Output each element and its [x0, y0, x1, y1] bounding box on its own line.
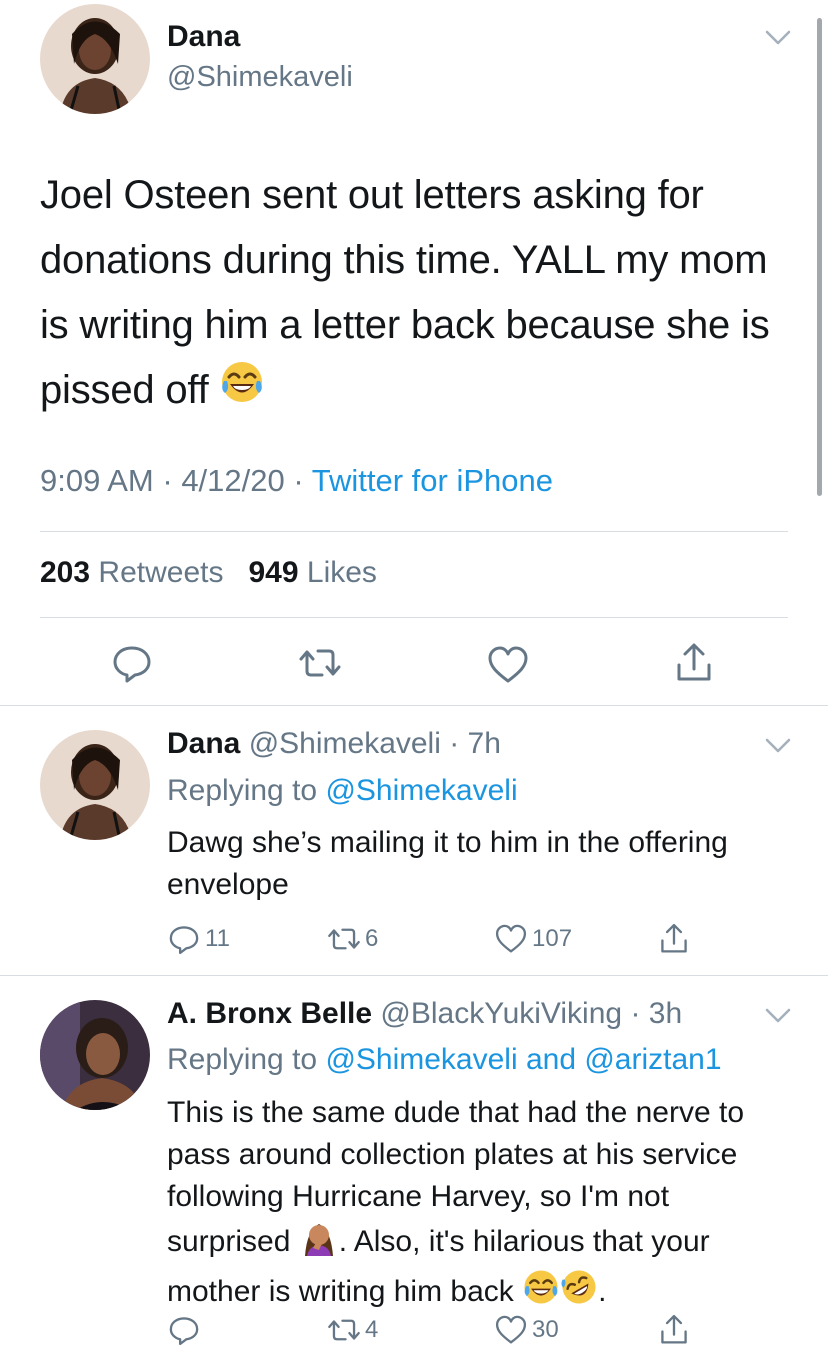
reply-text: This is the same dude that had the nerve…: [167, 1092, 797, 1318]
retweets-label: Retweets: [98, 556, 224, 589]
divider: [40, 617, 788, 618]
share-button[interactable]: [657, 922, 695, 956]
like-button[interactable]: [486, 643, 530, 687]
retweet-button[interactable]: [298, 641, 342, 685]
reply-icon: [169, 926, 199, 955]
likes-label: Likes: [306, 556, 377, 589]
share-icon: [661, 1314, 687, 1344]
tweet-source-link[interactable]: Twitter for iPhone: [312, 463, 553, 498]
reply-tweet[interactable]: A. Bronx Belle @BlackYukiViking · 3h Rep…: [0, 976, 828, 1347]
reply-text-part: .: [598, 1274, 607, 1308]
tweet-time: 9:09 AM: [40, 463, 154, 498]
replying-to: Replying to @Shimekaveli: [167, 774, 518, 808]
reply-icon: [113, 646, 151, 683]
replying-to-link[interactable]: @Shimekaveli: [325, 774, 517, 807]
replying-prefix: Replying to: [167, 1043, 318, 1076]
reply-header: Dana @Shimekaveli · 7h: [167, 727, 501, 761]
retweets-count: 203: [40, 556, 91, 589]
tweet-stats: 203 Retweets 949 Likes: [40, 556, 377, 590]
retweet-icon: [328, 928, 360, 950]
display-name[interactable]: A. Bronx Belle: [167, 997, 372, 1030]
like-count: 107: [532, 925, 573, 952]
avatar-photo: [40, 730, 150, 840]
replying-to-link[interactable]: @Shimekaveli and @ariztan1: [325, 1043, 721, 1076]
like-button[interactable]: 107: [494, 922, 572, 956]
tweet-text: Joel Osteen sent out letters asking for …: [40, 163, 800, 425]
like-count: 30: [532, 1316, 559, 1343]
user-handle[interactable]: @Shimekaveli: [249, 727, 441, 760]
reply-tweet[interactable]: Dana @Shimekaveli · 7h Replying to @Shim…: [0, 706, 828, 975]
avatar-photo: [40, 4, 150, 114]
reply-button[interactable]: [110, 641, 154, 685]
retweet-count: 6: [365, 925, 379, 952]
avatar[interactable]: [40, 1000, 150, 1110]
retweet-button[interactable]: 4: [327, 1313, 378, 1347]
avatar[interactable]: [40, 4, 150, 114]
main-tweet: Dana @Shimekaveli Joel Osteen sent out l…: [0, 0, 828, 705]
retweet-button[interactable]: 6: [327, 922, 378, 956]
share-icon: [661, 923, 687, 953]
replying-to: Replying to @Shimekaveli and @ariztan1: [167, 1043, 722, 1077]
retweet-icon: [299, 649, 341, 677]
reply-count: 11: [205, 925, 230, 952]
share-button[interactable]: [657, 1313, 695, 1347]
retweets-stat[interactable]: 203 Retweets: [40, 556, 223, 589]
reply-icon: [169, 1317, 199, 1346]
replying-prefix: Replying to: [167, 774, 318, 807]
user-handle[interactable]: @Shimekaveli: [167, 61, 353, 94]
reply-text: Dawg she’s mailing it to him in the offe…: [167, 826, 728, 901]
tweet-body: Joel Osteen sent out letters asking for …: [40, 173, 770, 412]
tweet-meta: 9:09 AM · 4/12/20 · Twitter for iPhone: [40, 463, 553, 499]
retweet-count: 4: [365, 1316, 379, 1343]
divider: [40, 531, 788, 532]
meta-separator: ·: [153, 463, 182, 498]
face-with-tears-of-joy-icon: [522, 1268, 560, 1318]
chevron-down-icon[interactable]: [765, 30, 791, 46]
meta-separator: ·: [284, 463, 312, 498]
heart-icon: [495, 924, 527, 953]
display-name[interactable]: Dana: [167, 727, 240, 760]
scrollbar[interactable]: [817, 18, 822, 496]
like-button[interactable]: 30: [494, 1313, 559, 1347]
reply-button[interactable]: 11: [167, 922, 230, 956]
display-name[interactable]: Dana: [167, 20, 240, 54]
face-with-tears-of-joy-icon: [219, 359, 265, 425]
heart-icon: [488, 646, 528, 683]
chevron-down-icon[interactable]: [765, 1008, 791, 1024]
reply-header: A. Bronx Belle @BlackYukiViking · 3h: [167, 997, 682, 1031]
share-button[interactable]: [672, 641, 716, 685]
reply-time: · 7h: [449, 727, 501, 760]
share-icon: [677, 643, 711, 681]
heart-icon: [495, 1315, 527, 1344]
woman-facepalming-icon: [299, 1218, 339, 1268]
chevron-down-icon[interactable]: [765, 738, 791, 754]
reply-button[interactable]: [167, 1313, 205, 1347]
avatar-photo: [40, 1000, 150, 1110]
avatar[interactable]: [40, 730, 150, 840]
reply-time: · 3h: [630, 997, 683, 1030]
tweet-date: 4/12/20: [181, 463, 285, 498]
retweet-icon: [328, 1319, 360, 1341]
user-handle[interactable]: @BlackYukiViking: [380, 997, 622, 1030]
rolling-on-the-floor-laughing-icon: [560, 1268, 598, 1318]
likes-count: 949: [248, 556, 299, 589]
likes-stat[interactable]: 949 Likes: [248, 556, 376, 589]
